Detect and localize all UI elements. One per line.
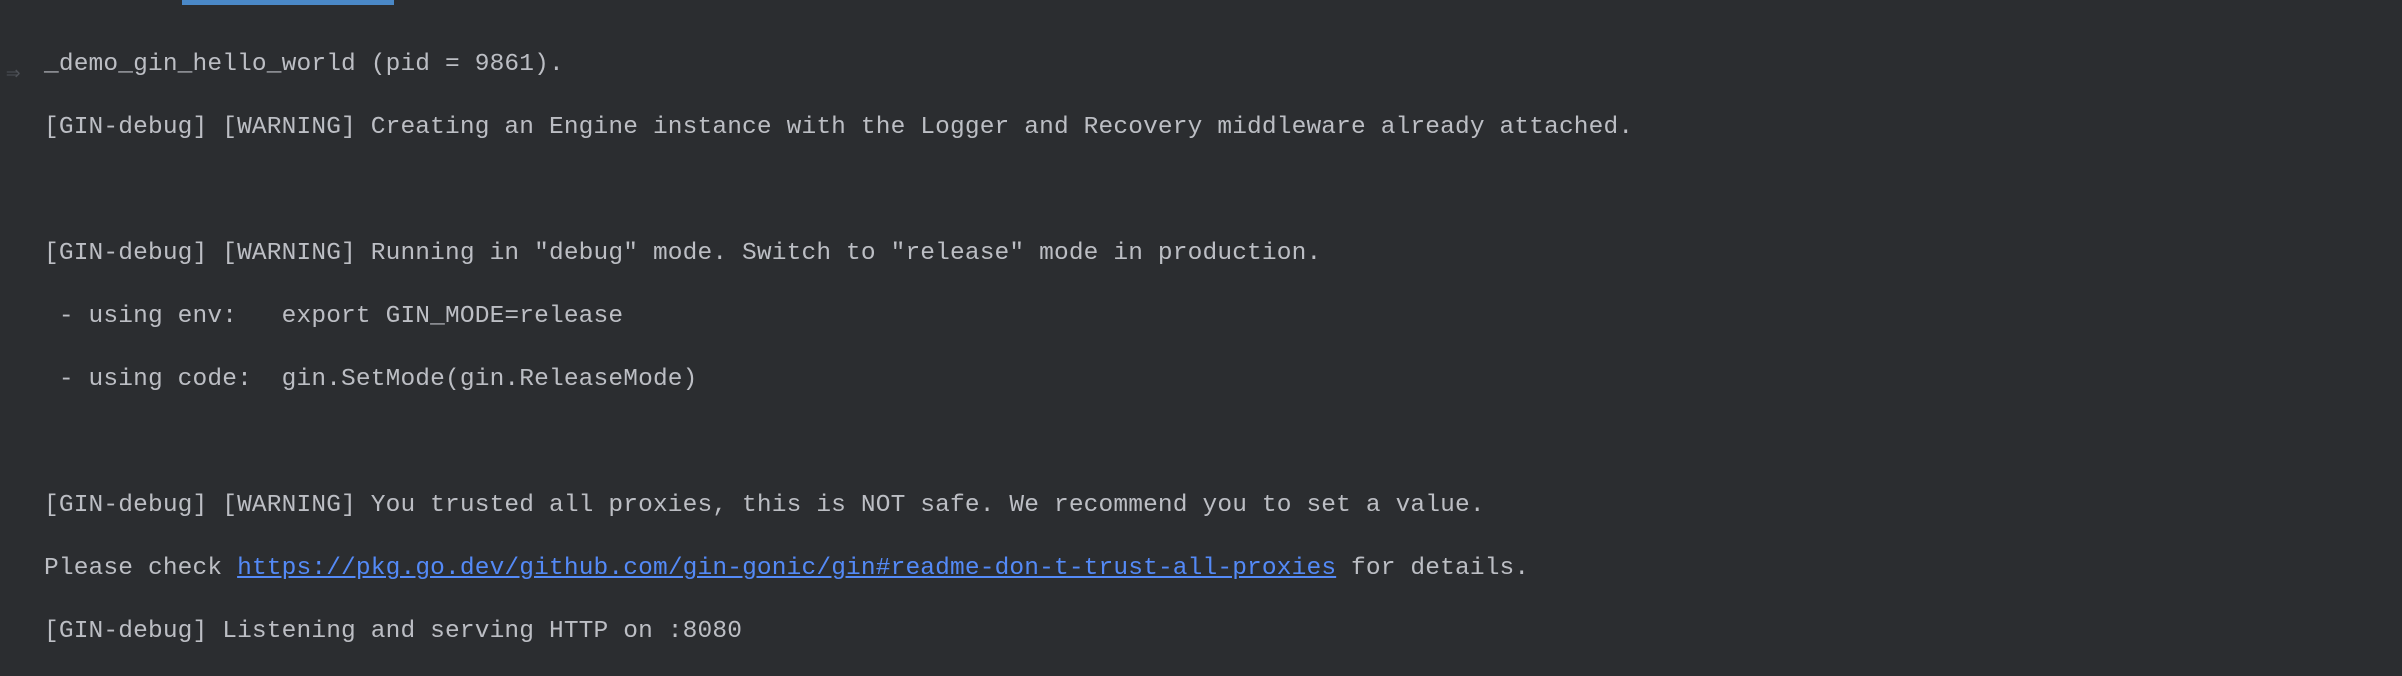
gutter-marker: ⇒ [6,58,21,88]
active-tab-indicator [182,0,394,5]
console-line: - using env: export GIN_MODE=release [44,285,2402,348]
console-line-with-link: Please check https://pkg.go.dev/github.c… [44,537,2402,600]
gutter: ⇒ [0,8,40,676]
console-blank-line [44,159,2402,222]
console-blank-line [44,411,2402,474]
link-suffix: for details. [1336,555,1529,582]
console-line: [GIN-debug] [WARNING] Creating an Engine… [44,96,2402,159]
console-line: - using code: gin.SetMode(gin.ReleaseMod… [44,348,2402,411]
proxy-docs-link[interactable]: https://pkg.go.dev/github.com/gin-gonic/… [237,555,1336,582]
console-line: [GIN-debug] [WARNING] You trusted all pr… [44,474,2402,537]
tab-bar [0,0,2402,8]
console-line: [GIN-debug] [WARNING] Running in "debug"… [44,222,2402,285]
link-prefix: Please check [44,555,237,582]
console-line: [GIN-debug] Listening and serving HTTP o… [44,600,2402,663]
console-output[interactable]: _demo_gin_hello_world (pid = 9861). [GIN… [40,8,2402,676]
console-line: _demo_gin_hello_world (pid = 9861). [44,33,2402,96]
